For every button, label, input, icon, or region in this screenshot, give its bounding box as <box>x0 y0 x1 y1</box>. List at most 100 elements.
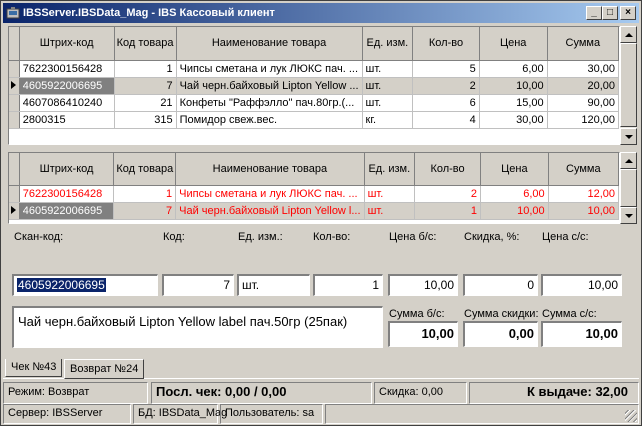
sum-disc-label: Сумма с/с: <box>542 308 597 320</box>
price-disc-label: Цена с/с: <box>542 231 589 243</box>
col-name-header[interactable]: Наименование товара <box>175 153 365 186</box>
cell-code[interactable]: 21 <box>114 94 177 112</box>
col-price-header[interactable]: Цена <box>479 27 548 61</box>
cell-qty[interactable]: 2 <box>414 185 482 203</box>
cell-barcode[interactable]: 7622300156428 <box>19 185 115 203</box>
table-row-selected[interactable]: 4605922006695 7 Чай черн.байховый Lipton… <box>9 77 619 95</box>
receipt-items-grid[interactable]: Штрих-код Код товара Наименование товара… <box>8 26 620 145</box>
col-barcode-header[interactable]: Штрих-код <box>19 27 115 61</box>
tab-check[interactable]: Чек №43 <box>5 359 63 377</box>
cell-sum[interactable]: 30,00 <box>547 60 619 78</box>
scroll-thumb[interactable] <box>620 169 637 207</box>
sum-discount-label: Сумма скидки: <box>464 308 539 320</box>
cell-unit[interactable]: шт. <box>362 94 414 112</box>
cell-code[interactable]: 315 <box>114 111 177 129</box>
return-items-table: Штрих-код Код товара Наименование товара… <box>9 153 619 220</box>
receipt-grid-scrollbar[interactable] <box>620 26 637 145</box>
cell-barcode[interactable]: 4605922006695 <box>19 77 115 95</box>
maximize-button[interactable]: □ <box>602 6 618 20</box>
cell-unit[interactable]: кг. <box>362 111 414 129</box>
cell-price[interactable]: 10,00 <box>480 202 549 220</box>
table-row[interactable]: 7622300156428 1 Чипсы сметана и лук ЛЮКС… <box>9 60 619 78</box>
cell-code[interactable]: 7 <box>113 202 177 220</box>
price-nodisc-input[interactable]: 10,00 <box>388 274 458 296</box>
cell-price[interactable]: 6,00 <box>480 185 549 203</box>
cell-qty[interactable]: 1 <box>414 202 482 220</box>
cell-name[interactable]: Конфеты "Раффэлло" пач.80гр.(... <box>176 94 363 112</box>
cell-sum[interactable]: 10,00 <box>548 202 619 220</box>
cell-code[interactable]: 1 <box>113 185 177 203</box>
cell-sum[interactable]: 12,00 <box>548 185 619 203</box>
cell-barcode[interactable]: 4605922006695 <box>19 202 115 220</box>
col-sum-header[interactable]: Сумма <box>547 27 619 61</box>
scroll-up-button[interactable] <box>620 26 637 43</box>
table-row[interactable]: 4607086410240 21 Конфеты "Раффэлло" пач.… <box>9 94 619 112</box>
cell-unit[interactable]: шт. <box>364 202 416 220</box>
scroll-down-button[interactable] <box>620 128 637 145</box>
close-button[interactable]: × <box>620 6 636 20</box>
qty-input[interactable]: 1 <box>313 274 383 296</box>
row-indicator <box>9 77 20 95</box>
app-icon <box>6 7 20 19</box>
col-unit-header[interactable]: Ед. изм. <box>362 27 414 61</box>
col-barcode-header[interactable]: Штрих-код <box>19 153 115 186</box>
cell-price[interactable]: 15,00 <box>479 94 548 112</box>
table-row[interactable]: 2800315 315 Помидор свеж.вес. кг. 4 30,0… <box>9 111 619 129</box>
scan-code-input[interactable]: 4605922006695 <box>12 274 158 296</box>
col-code-header[interactable]: Код товара <box>114 27 177 61</box>
cell-barcode[interactable]: 2800315 <box>19 111 115 129</box>
cell-barcode[interactable]: 7622300156428 <box>19 60 115 78</box>
discount-status: Скидка: 0,00 <box>374 382 467 404</box>
cell-qty[interactable]: 2 <box>412 77 480 95</box>
cell-name[interactable]: Чай черн.байховый Lipton Yellow ... <box>176 77 363 95</box>
cell-name[interactable]: Чипсы сметана и лук ЛЮКС пач. ... <box>175 185 365 203</box>
cell-price[interactable]: 10,00 <box>479 77 548 95</box>
discount-input[interactable]: 0 <box>463 274 538 296</box>
cell-price[interactable]: 30,00 <box>479 111 548 129</box>
col-name-header[interactable]: Наименование товара <box>176 27 363 61</box>
title-bar[interactable]: IBSServer.IBSData_Mag - IBS Кассовый кли… <box>3 3 639 23</box>
item-name-display: Чай черн.байховый Lipton Yellow label па… <box>12 306 383 348</box>
resize-grip-icon[interactable] <box>625 410 637 422</box>
cell-name[interactable]: Чипсы сметана и лук ЛЮКС пач. ... <box>176 60 363 78</box>
cell-qty[interactable]: 5 <box>412 60 480 78</box>
cell-sum[interactable]: 90,00 <box>547 94 619 112</box>
price-disc-input[interactable]: 10,00 <box>541 274 622 296</box>
col-unit-header[interactable]: Ед. изм. <box>364 153 416 186</box>
cell-name[interactable]: Чай черн.байховый Lipton Yellow l... <box>175 202 365 220</box>
cell-name[interactable]: Помидор свеж.вес. <box>176 111 363 129</box>
discount-label: Скидка, %: <box>464 231 520 243</box>
col-price-header[interactable]: Цена <box>480 153 549 186</box>
col-code-header[interactable]: Код товара <box>113 153 177 186</box>
minimize-button[interactable]: _ <box>586 6 602 20</box>
receipt-items-table: Штрих-код Код товара Наименование товара… <box>9 27 619 129</box>
tab-return[interactable]: Возврат №24 <box>64 359 145 379</box>
cell-price[interactable]: 6,00 <box>479 60 548 78</box>
code-input[interactable]: 7 <box>162 274 234 296</box>
return-items-grid[interactable]: Штрих-код Код товара Наименование товара… <box>8 152 620 224</box>
col-sum-header[interactable]: Сумма <box>548 153 619 186</box>
unit-input[interactable]: шт. <box>237 274 310 296</box>
arrow-down-icon <box>625 135 633 139</box>
col-qty-header[interactable]: Кол-во <box>414 153 482 186</box>
cell-sum[interactable]: 120,00 <box>547 111 619 129</box>
cell-code[interactable]: 1 <box>114 60 177 78</box>
cell-sum[interactable]: 20,00 <box>547 77 619 95</box>
cell-qty[interactable]: 6 <box>412 94 480 112</box>
cell-unit[interactable]: шт. <box>362 60 414 78</box>
scroll-up-button[interactable] <box>620 152 637 169</box>
cell-code[interactable]: 7 <box>114 77 177 95</box>
row-indicator <box>9 111 20 129</box>
cell-unit[interactable]: шт. <box>364 185 416 203</box>
cell-qty[interactable]: 4 <box>412 111 480 129</box>
col-qty-header[interactable]: Кол-во <box>412 27 480 61</box>
payout-status: К выдаче: 32,00 <box>469 382 639 404</box>
row-indicator <box>9 94 20 112</box>
table-row[interactable]: 7622300156428 1 Чипсы сметана и лук ЛЮКС… <box>9 185 619 203</box>
cell-barcode[interactable]: 4607086410240 <box>19 94 115 112</box>
return-grid-scrollbar[interactable] <box>620 152 637 224</box>
scroll-down-button[interactable] <box>620 207 637 224</box>
scroll-thumb[interactable] <box>620 43 637 127</box>
table-row-selected[interactable]: 4605922006695 7 Чай черн.байховый Lipton… <box>9 202 619 220</box>
cell-unit[interactable]: шт. <box>362 77 414 95</box>
